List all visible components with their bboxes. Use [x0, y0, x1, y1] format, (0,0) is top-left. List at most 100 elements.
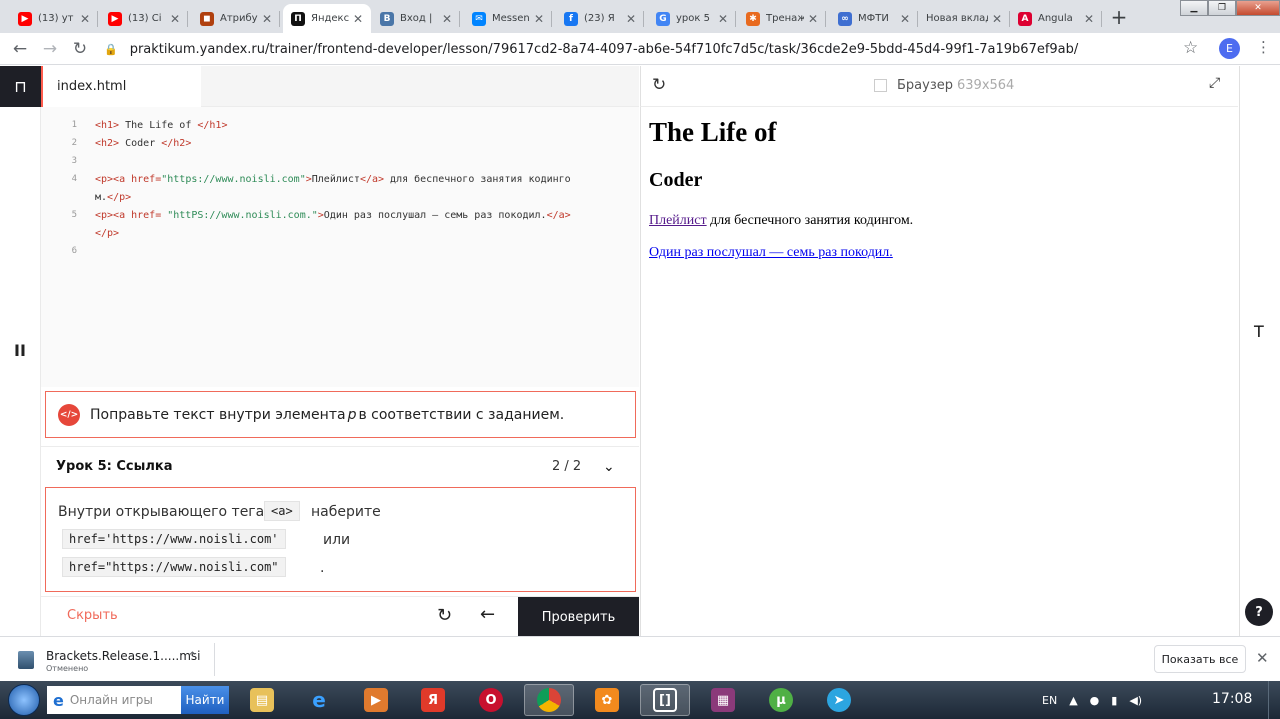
tray-expand-icon[interactable]: ▲: [1069, 694, 1077, 707]
internet-explorer-icon[interactable]: e: [294, 684, 344, 716]
bookmark-star-icon[interactable]: ☆: [1183, 38, 1198, 58]
chevron-down-icon[interactable]: ⌄: [603, 459, 615, 475]
check-button[interactable]: Проверить: [518, 597, 639, 637]
taskbar-search-input[interactable]: e Онлайн игры: [47, 686, 181, 714]
back-arrow-icon[interactable]: ←: [9, 38, 31, 60]
tab-item[interactable]: П Яндекс ✕: [283, 4, 371, 33]
address-bar[interactable]: 🔒 praktikum.yandex.ru/trainer/frontend-d…: [104, 37, 1214, 61]
hide-button[interactable]: Скрыть: [67, 608, 118, 623]
tab-title: Атрибут: [220, 13, 258, 24]
search-button[interactable]: Найти: [181, 686, 229, 714]
network-icon[interactable]: ▮: [1111, 694, 1117, 707]
code-line[interactable]: <h2> Coder </h2>: [95, 138, 191, 149]
clock[interactable]: 17:08: [1212, 691, 1252, 707]
close-tab-icon[interactable]: ✕: [900, 12, 912, 26]
fullscreen-icon[interactable]: ⤢: [1209, 75, 1220, 91]
windows-taskbar: e Онлайн игры Найти ▤ e ▶ Я O ✿ [] ▦ µ ➤…: [0, 681, 1280, 719]
back-arrow-icon[interactable]: ←: [480, 604, 495, 625]
winrar-icon[interactable]: ▦: [698, 684, 748, 716]
new-tab-button[interactable]: +: [1108, 5, 1130, 29]
tab-item[interactable]: В Вход | ✕: [372, 4, 460, 33]
preview-link-2[interactable]: Один раз послушал — семь раз покодил.: [649, 245, 893, 261]
show-desktop-button[interactable]: [1268, 681, 1280, 719]
menu-kebab-icon[interactable]: ⋮: [1256, 38, 1271, 56]
explorer-icon[interactable]: ▤: [237, 684, 287, 716]
task-code-single: href='https://www.noisli.com': [62, 529, 286, 549]
uc-browser-icon[interactable]: ✿: [582, 684, 632, 716]
installer-file-icon: [18, 651, 34, 669]
file-tab-index[interactable]: index.html: [41, 66, 201, 107]
close-window-icon[interactable]: ✕: [1236, 0, 1280, 16]
reset-icon[interactable]: ↻: [437, 605, 452, 626]
close-tab-icon[interactable]: ✕: [718, 12, 730, 26]
close-tab-icon[interactable]: ✕: [808, 12, 820, 26]
minimize-icon[interactable]: ▁: [1180, 0, 1208, 16]
start-button[interactable]: [8, 684, 40, 716]
praktikum-logo-icon[interactable]: ⊓: [0, 66, 41, 107]
chrome-icon[interactable]: [524, 684, 574, 716]
close-tab-icon[interactable]: ✕: [534, 12, 546, 26]
chevron-up-icon[interactable]: ⌃: [187, 650, 198, 665]
brackets-icon[interactable]: []: [640, 684, 690, 716]
close-tab-icon[interactable]: ✕: [262, 12, 274, 26]
tab-item[interactable]: ∞ МФТИ ✕: [830, 4, 918, 33]
tab-item[interactable]: ▶ (13) ут ✕: [10, 4, 98, 33]
tab-item[interactable]: Новая вкладка ✕: [918, 4, 1010, 33]
code-token: для беспечного занятия кодинго: [384, 174, 571, 185]
download-bar: Brackets.Release.1.....msi Отменено ⌃ По…: [0, 636, 1280, 681]
refresh-preview-icon[interactable]: ↻: [652, 75, 666, 95]
code-line[interactable]: </p>: [95, 228, 119, 239]
system-tray: EN ▲ ● ▮ ◀): [1036, 681, 1148, 719]
close-tab-icon[interactable]: ✕: [992, 12, 1004, 26]
language-indicator[interactable]: EN: [1042, 694, 1057, 707]
maximize-icon[interactable]: ❐: [1208, 0, 1236, 16]
theory-toggle[interactable]: T: [1254, 322, 1264, 341]
collapse-panel-icon[interactable]: II: [14, 341, 26, 360]
close-tab-icon[interactable]: ✕: [80, 12, 92, 26]
tab-item[interactable]: f (23) Я ✕: [556, 4, 644, 33]
code-editor[interactable]: 1 <h1> The Life of </h1> 2 <h2> Coder </h2>…: [41, 107, 639, 387]
code-line[interactable]: <p><a href="https://www.noisli.com">Плей…: [95, 174, 571, 185]
tab-title: Messen: [492, 13, 530, 24]
utorrent-icon[interactable]: µ: [756, 684, 806, 716]
close-tab-icon[interactable]: ✕: [353, 12, 365, 26]
tab-item[interactable]: Gурок 5 ✕: [648, 4, 736, 33]
image-placeholder-icon: [874, 79, 887, 92]
tab-item[interactable]: A Angula ✕: [1010, 4, 1102, 33]
tab-title: Новая вкладка: [926, 13, 988, 24]
task-text-3: или: [323, 532, 351, 548]
tab-item[interactable]: ◼ Атрибут ✕: [192, 4, 280, 33]
close-icon[interactable]: ✕: [1256, 649, 1269, 667]
code-line[interactable]: <h1> The Life of </h1>: [95, 120, 227, 131]
code-line[interactable]: <p><a href= "httPS://www.noisli.com.">Од…: [95, 210, 571, 221]
forward-arrow-icon[interactable]: →: [39, 38, 61, 60]
help-button[interactable]: ?: [1245, 598, 1273, 626]
infinity-icon: ∞: [838, 11, 852, 26]
error-text-after: в соответствии с заданием.: [358, 406, 565, 423]
lesson-header[interactable]: Урок 5: Ссылка 2 / 2 ⌄: [41, 446, 639, 486]
media-player-icon[interactable]: ▶: [351, 684, 401, 716]
tray-app-icon[interactable]: ●: [1090, 694, 1100, 707]
close-tab-icon[interactable]: ✕: [442, 12, 454, 26]
tab-title: Angula: [1038, 13, 1073, 24]
show-all-button[interactable]: Показать все: [1154, 645, 1246, 673]
close-tab-icon[interactable]: ✕: [626, 12, 638, 26]
tab-item[interactable]: ✉ Messen ✕: [464, 4, 552, 33]
code-token: <h2>: [95, 138, 120, 149]
telegram-icon[interactable]: ➤: [814, 684, 864, 716]
tab-item[interactable]: ✱ Тренаж ✕: [738, 4, 826, 33]
close-tab-icon[interactable]: ✕: [170, 12, 182, 26]
profile-avatar[interactable]: E: [1219, 38, 1240, 59]
volume-icon[interactable]: ◀): [1129, 694, 1142, 707]
lesson-counter: 2 / 2: [552, 459, 582, 474]
preview-paragraph-1-text: для беспечного занятия кодингом.: [706, 213, 914, 228]
preview-link-playlist[interactable]: Плейлист: [649, 213, 707, 228]
download-filename[interactable]: Brackets.Release.1.....msi: [46, 649, 200, 663]
opera-icon[interactable]: O: [466, 684, 516, 716]
tab-item[interactable]: ▶ (13) Ci ✕: [100, 4, 188, 33]
reload-icon[interactable]: ↻: [69, 38, 91, 60]
close-tab-icon[interactable]: ✕: [1084, 12, 1096, 26]
yandex-browser-icon[interactable]: Я: [408, 684, 458, 716]
code-line[interactable]: м.</p>: [95, 192, 131, 203]
task-text-1: Внутри открывающего тега: [58, 504, 265, 520]
